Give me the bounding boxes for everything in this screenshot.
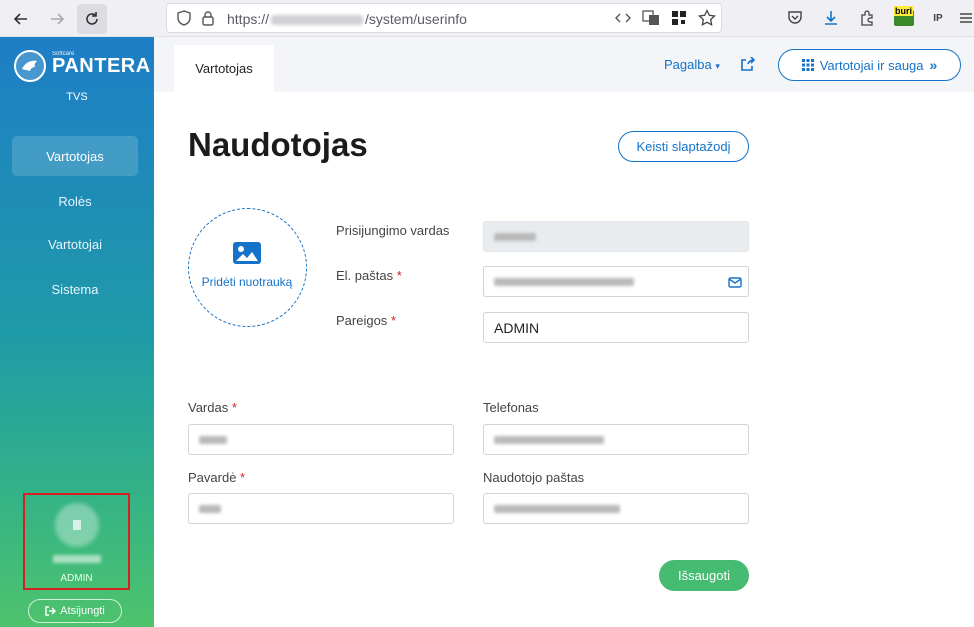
grid-icon: [801, 59, 814, 71]
sidebar-subtitle: TVS: [66, 91, 88, 103]
help-dropdown[interactable]: Pagalba ▾: [664, 57, 720, 72]
url-scheme: https://: [227, 11, 270, 27]
url-path: /system/userinfo: [365, 11, 467, 27]
shield-icon[interactable]: [173, 7, 195, 29]
login-label: Prisijungimo vardas: [336, 223, 450, 238]
first-name-value-blurred: [199, 435, 227, 444]
buri-extension-icon[interactable]: buri: [893, 6, 915, 29]
pocket-icon[interactable]: [784, 7, 806, 29]
first-name-label-text: Vardas: [188, 400, 229, 415]
user-email-field[interactable]: [483, 493, 749, 524]
required-mark: *: [396, 268, 402, 283]
browser-toolbar: https:// /system/userinfo buri IP: [0, 0, 974, 37]
logout-button[interactable]: Atsijungti: [28, 599, 122, 623]
url-text: https:// /system/userinfo: [227, 11, 467, 27]
envelope-icon: [728, 277, 742, 288]
avatar-blurred: [73, 520, 81, 530]
ip-label: IP: [933, 12, 943, 24]
share-icon: [741, 56, 756, 71]
sidebar-item-sistema[interactable]: Sistema: [12, 269, 138, 309]
logo-text: Softcare PANTERA: [52, 51, 151, 78]
code-icon[interactable]: [612, 7, 634, 29]
last-name-value-blurred: [199, 504, 221, 513]
qr-code-icon[interactable]: [668, 7, 690, 29]
sidebar: Softcare PANTERA TVS Vartotojas Rolės Va…: [0, 37, 154, 627]
url-host-blurred: [271, 15, 364, 26]
required-mark: *: [240, 470, 246, 485]
extensions-icon[interactable]: [856, 7, 878, 29]
change-password-button[interactable]: Keisti slaptažodį: [618, 131, 749, 162]
email-value-blurred: [494, 277, 634, 286]
phone-label: Telefonas: [483, 400, 539, 415]
last-name-label: Pavardė *: [188, 470, 245, 485]
pantera-logo[interactable]: Softcare PANTERA: [14, 50, 151, 82]
email-field[interactable]: [483, 266, 749, 297]
last-name-field[interactable]: [188, 493, 454, 524]
login-field[interactable]: [483, 221, 749, 252]
logo-tagline: Softcare: [52, 50, 75, 57]
url-bar[interactable]: https:// /system/userinfo: [166, 3, 722, 33]
phone-value-blurred: [494, 435, 604, 444]
first-name-label: Vardas *: [188, 400, 237, 415]
user-role: ADMIN: [60, 573, 93, 584]
login-value-blurred: [494, 232, 536, 241]
lock-icon[interactable]: [197, 7, 219, 29]
tab-vartotojas[interactable]: Vartotojas: [174, 45, 274, 92]
caret-down-icon: ▾: [715, 61, 720, 71]
user-profile-box[interactable]: ADMIN: [23, 493, 130, 590]
add-photo-label: Pridėti nuotrauką: [201, 275, 293, 289]
forward-button[interactable]: [42, 4, 72, 34]
image-icon: [233, 242, 261, 264]
page-title: Naudotojas: [188, 126, 368, 163]
add-photo-button[interactable]: Pridėti nuotrauką: [188, 208, 307, 327]
user-email-value-blurred: [494, 504, 620, 513]
reload-icon: [86, 12, 98, 25]
logo-name: PANTERA: [52, 54, 151, 77]
phone-field[interactable]: [483, 424, 749, 455]
back-button[interactable]: [6, 4, 36, 34]
sidebar-item-vartotojas[interactable]: Vartotojas: [12, 136, 138, 176]
user-email-label: Naudotojo paštas: [483, 470, 585, 485]
ip-extension-icon[interactable]: IP: [927, 7, 949, 29]
position-label: Pareigos *: [336, 313, 396, 328]
users-security-label: Vartotojai ir sauga: [819, 57, 924, 73]
panther-logo-icon: [14, 50, 46, 82]
last-name-label-text: Pavardė: [188, 470, 237, 485]
email-label-text: El. paštas: [336, 268, 394, 283]
position-field[interactable]: ADMIN: [483, 312, 749, 343]
username-blurred: [53, 555, 101, 563]
star-icon[interactable]: [696, 7, 718, 29]
top-header: Vartotojas Pagalba ▾ Vartotojai ir sauga…: [154, 37, 974, 92]
arrow-right-icon: [51, 13, 65, 25]
logout-icon: [45, 606, 57, 616]
reload-button[interactable]: [77, 4, 107, 34]
buri-badge: buri: [894, 6, 913, 16]
required-mark: *: [231, 400, 237, 415]
save-button[interactable]: Išsaugoti: [659, 560, 749, 591]
required-mark: *: [390, 313, 396, 328]
double-chevron-right-icon: »: [929, 57, 938, 73]
download-icon[interactable]: [820, 7, 842, 29]
help-label: Pagalba: [664, 57, 712, 72]
logout-label: Atsijungti: [60, 605, 105, 617]
email-label: El. paštas *: [336, 268, 402, 283]
sidebar-item-vartotojai[interactable]: Vartotojai: [12, 224, 138, 264]
share-button[interactable]: [740, 56, 756, 76]
arrow-left-icon: [13, 13, 27, 25]
translate-icon[interactable]: [640, 7, 662, 29]
menu-icon[interactable]: [955, 7, 974, 29]
sidebar-item-roles[interactable]: Rolės: [12, 181, 138, 221]
position-label-text: Pareigos: [336, 313, 388, 328]
first-name-field[interactable]: [188, 424, 454, 455]
users-security-button[interactable]: Vartotojai ir sauga »: [778, 49, 961, 81]
